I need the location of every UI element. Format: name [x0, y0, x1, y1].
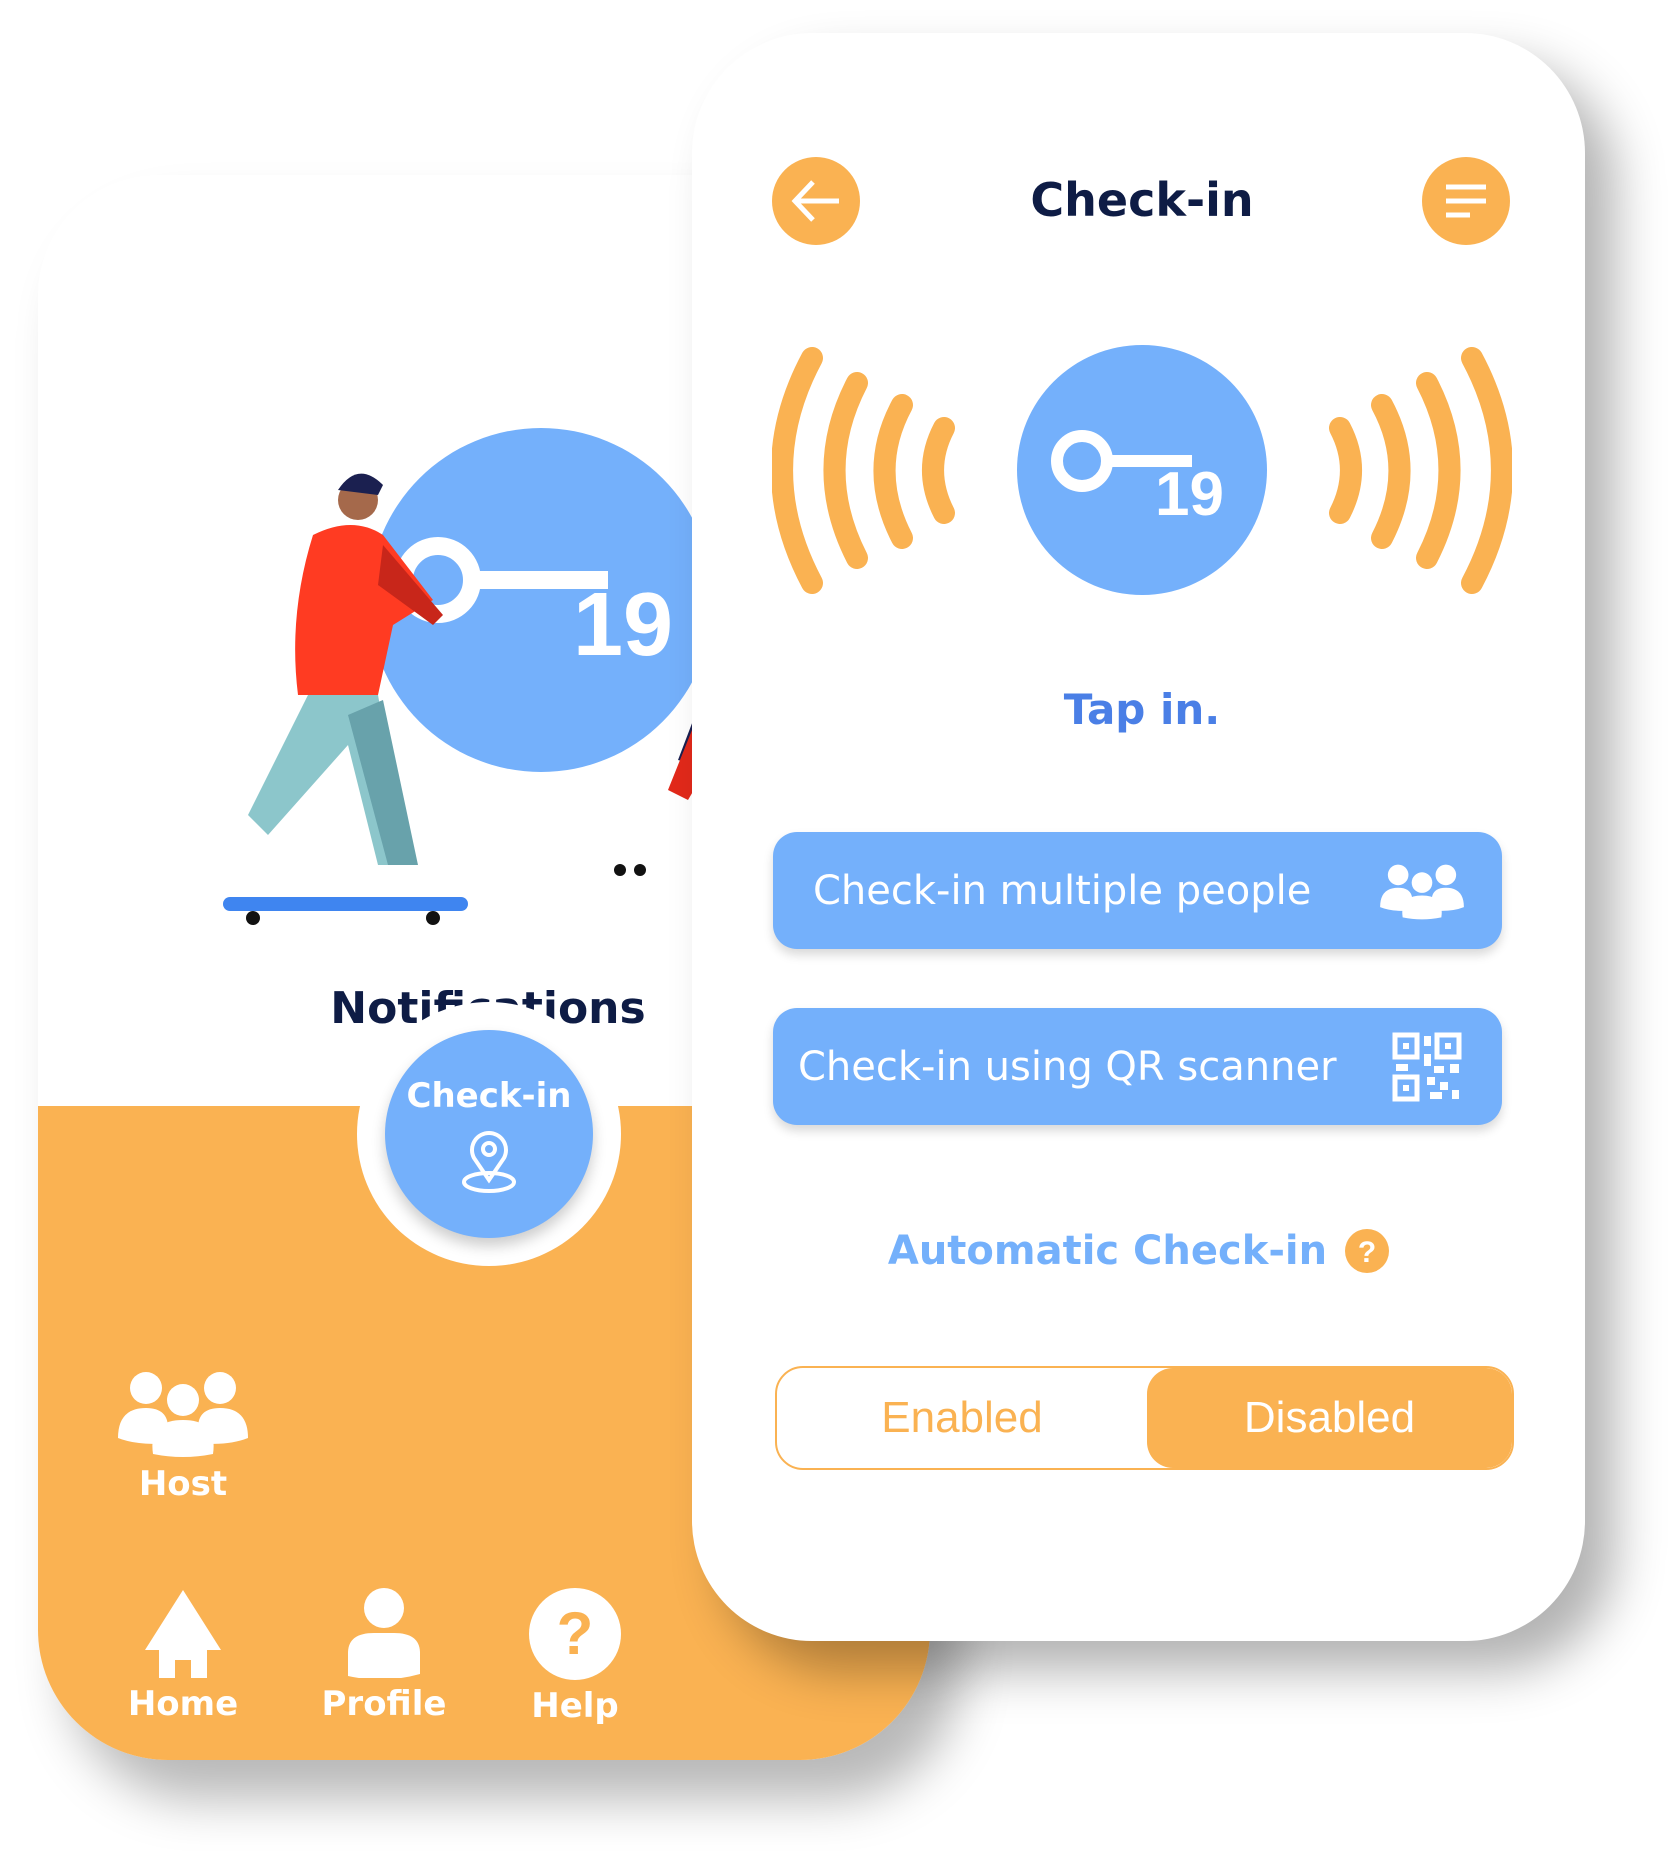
menu-icon: [1446, 184, 1486, 218]
automatic-checkin-toggle: Enabled Disabled: [775, 1366, 1514, 1470]
arrow-left-icon: [791, 180, 839, 222]
nav-item-label: Help: [531, 1686, 619, 1726]
group-icon: [118, 1372, 248, 1457]
svg-text:19: 19: [1155, 460, 1224, 529]
checkin-qr-scanner-button[interactable]: Check-in using QR scanner: [773, 1008, 1502, 1125]
checkin-multiple-people-button[interactable]: Check-in multiple people: [773, 832, 1502, 949]
button-label: Check-in using QR scanner: [798, 1043, 1337, 1090]
tap-in-label: Tap in.: [1063, 685, 1221, 734]
screen-title: Check-in: [1030, 173, 1254, 227]
back-button[interactable]: [772, 157, 860, 245]
svg-text:?: ?: [557, 1600, 594, 1667]
automatic-checkin-label: Automatic Check-in: [887, 1228, 1328, 1274]
svg-text:?: ?: [1358, 1236, 1376, 1269]
automatic-checkin-row: Automatic Check-in ?: [692, 1228, 1585, 1274]
toggle-option-disabled[interactable]: Disabled: [1147, 1368, 1512, 1468]
nav-item-host[interactable]: Host: [93, 1368, 273, 1504]
checkin-screen: Check-in 19 Tap in. Check-in multiple pe…: [692, 33, 1585, 1641]
nav-item-home[interactable]: Home: [93, 1588, 273, 1724]
checkin-nav-label: Check-in: [406, 1076, 572, 1116]
svg-text:19: 19: [573, 575, 673, 675]
person-icon: [348, 1588, 420, 1678]
nav-item-label: Host: [138, 1464, 228, 1504]
home-icon: [145, 1590, 221, 1678]
help-icon[interactable]: ?: [1345, 1229, 1390, 1273]
nav-item-label: Profile: [321, 1684, 447, 1724]
group-icon: [1380, 864, 1464, 919]
menu-button[interactable]: [1422, 157, 1510, 245]
location-pin-icon: [462, 1131, 516, 1193]
nav-item-label: Home: [127, 1684, 239, 1724]
checkin-nav-button[interactable]: Check-in: [385, 1030, 593, 1238]
qr-code-icon: [1392, 1032, 1462, 1101]
nav-item-profile[interactable]: Profile: [294, 1588, 474, 1724]
toggle-option-enabled[interactable]: Enabled: [777, 1368, 1147, 1468]
help-icon: ?: [529, 1588, 621, 1680]
nfc-tap-graphic: 19: [772, 345, 1512, 595]
nav-item-help[interactable]: ? Help: [485, 1588, 665, 1726]
button-label: Check-in multiple people: [813, 867, 1312, 914]
